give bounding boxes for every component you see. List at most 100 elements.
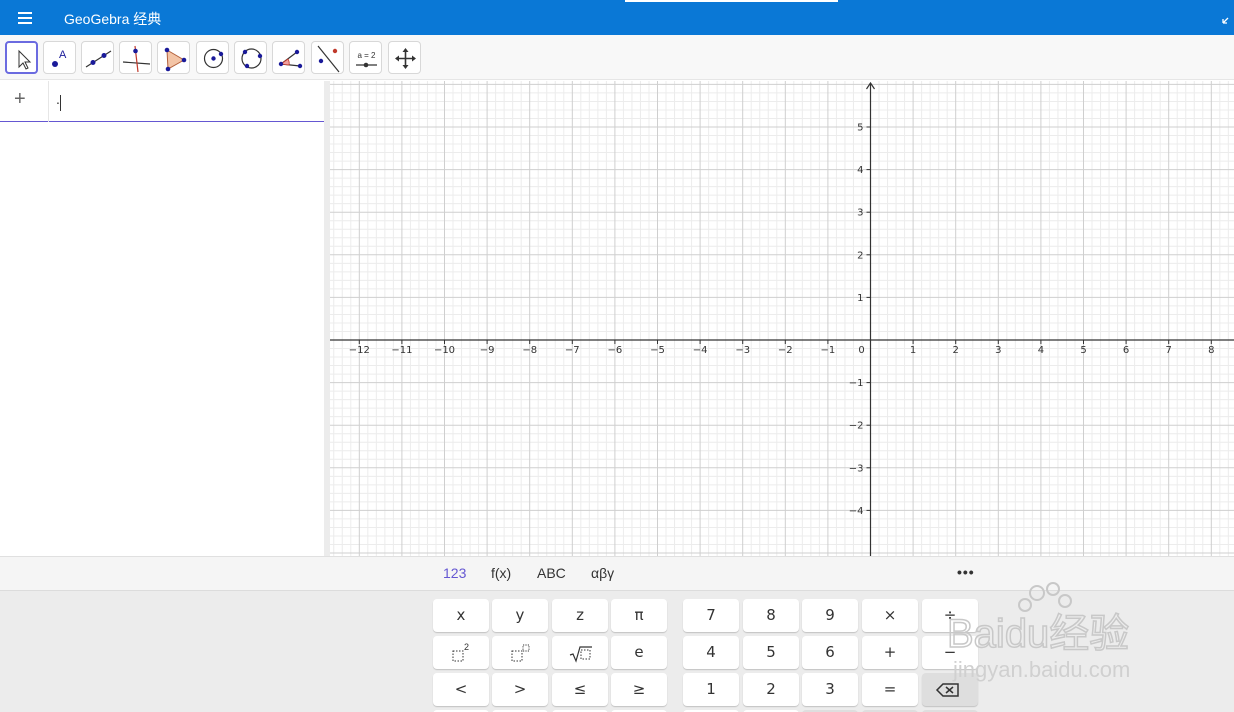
x-tick-label: 6 — [1123, 345, 1129, 356]
keyboard-tab-abc[interactable]: ABC — [537, 565, 566, 581]
key-z[interactable]: z — [552, 599, 608, 632]
key-2[interactable]: 2 — [743, 673, 799, 706]
y-tick-label: −3 — [849, 463, 864, 474]
restore-icon[interactable] — [1222, 12, 1234, 24]
key-minus[interactable]: − — [922, 636, 978, 669]
y-tick-label: −1 — [849, 378, 864, 389]
key-plus[interactable]: + — [862, 636, 918, 669]
circle-center-icon — [203, 48, 224, 69]
key-greater-than[interactable]: > — [492, 673, 548, 706]
move-graphics-view-tool[interactable] — [388, 41, 421, 74]
x-tick-label: 3 — [995, 345, 1001, 356]
x-tick-label: −5 — [650, 345, 665, 356]
key-x[interactable]: x — [433, 599, 489, 632]
key-7[interactable]: 7 — [683, 599, 739, 632]
key-1[interactable]: 1 — [683, 673, 739, 706]
move-view-icon — [395, 48, 416, 69]
app-title: GeoGebra 经典 — [64, 11, 162, 27]
y-tick-label: 3 — [857, 208, 863, 219]
x-tick-label: 7 — [1166, 345, 1172, 356]
svg-text:a = 2: a = 2 — [357, 51, 376, 60]
key-multiply[interactable]: × — [862, 599, 918, 632]
x-tick-label: 5 — [1080, 345, 1086, 356]
keyboard-tab-functions[interactable]: f(x) — [491, 565, 511, 581]
graphics-view[interactable]: −12 −11 −10 −9 −8 −7 −6 −5 −4 −3 −2 −1 0 1 2 3 4 5 6 7 8 5 4 3 2… — [330, 81, 1234, 556]
sqrt-icon — [569, 646, 592, 663]
key-pi[interactable]: π — [611, 599, 667, 632]
algebra-input[interactable]: . — [56, 91, 316, 113]
perpendicular-line-tool[interactable] — [119, 41, 152, 74]
circle-three-points-tool[interactable] — [234, 41, 267, 74]
key-greater-equal[interactable]: ≥ — [611, 673, 667, 706]
x-tick-label: −7 — [565, 345, 580, 356]
key-5[interactable]: 5 — [743, 636, 799, 669]
x-tick-label: −9 — [480, 345, 495, 356]
top-tab-indicator — [625, 0, 838, 2]
x-tick-label: −2 — [778, 345, 793, 356]
key-6[interactable]: 6 — [802, 636, 858, 669]
svg-text:A: A — [59, 49, 67, 61]
y-tick-label: 1 — [857, 293, 863, 304]
text-caret — [60, 95, 61, 111]
key-power[interactable] — [492, 636, 548, 669]
polygon-icon — [164, 47, 187, 72]
key-e[interactable]: e — [611, 636, 667, 669]
keyboard-tab-123[interactable]: 123 — [443, 565, 466, 581]
x-tick-label: −11 — [391, 345, 412, 356]
keyboard-tab-greek[interactable]: αβγ — [591, 565, 614, 581]
key-square[interactable]: 2 — [433, 636, 489, 669]
x-tick-label: −4 — [693, 345, 708, 356]
reflect-icon — [317, 45, 340, 73]
x-tick-label: −6 — [608, 345, 623, 356]
y-tick-label: 4 — [857, 165, 863, 176]
angle-tool[interactable] — [272, 41, 305, 74]
key-equals[interactable]: = — [862, 673, 918, 706]
circle-center-tool[interactable] — [196, 41, 229, 74]
key-divide[interactable]: ÷ — [922, 599, 978, 632]
keyboard-more-button[interactable]: ••• — [957, 564, 975, 580]
hamburger-menu-icon[interactable] — [12, 8, 38, 28]
add-item-button[interactable]: + — [14, 89, 34, 111]
keyboard-tab-bar: 123 f(x) ABC αβγ ••• — [0, 556, 1234, 590]
y-tick-label: −4 — [849, 506, 864, 517]
key-less-equal[interactable]: ≤ — [552, 673, 608, 706]
reflect-tool[interactable] — [311, 41, 344, 74]
line-icon — [85, 50, 112, 68]
key-9[interactable]: 9 — [802, 599, 858, 632]
virtual-keyboard: x y z π 2 e < > ≤ ≥ 7 8 9 × ÷ 4 5 6 + − … — [0, 590, 1234, 712]
perpendicular-line-icon — [122, 45, 151, 73]
move-tool[interactable] — [5, 41, 38, 74]
key-sqrt[interactable] — [552, 636, 608, 669]
slider-tool[interactable]: a = 2 — [349, 41, 382, 74]
x-tick-label: −1 — [821, 345, 836, 356]
toolbar: A a = 2 — [0, 35, 1234, 80]
key-backspace[interactable] — [922, 673, 978, 706]
polygon-tool[interactable] — [157, 41, 190, 74]
y-tick-label: 2 — [857, 250, 863, 261]
x-tick-label: −10 — [434, 345, 455, 356]
coordinate-grid: −12 −11 −10 −9 −8 −7 −6 −5 −4 −3 −2 −1 0 1 2 3 4 5 6 7 85432… — [330, 81, 1234, 556]
x-tick-label: −8 — [522, 345, 537, 356]
point-icon: A — [52, 49, 67, 67]
y-tick-label: 5 — [857, 123, 863, 134]
input-divider — [48, 81, 49, 122]
key-3[interactable]: 3 — [802, 673, 858, 706]
algebra-input-row: + . — [0, 81, 325, 122]
x-tick-label: 4 — [1038, 345, 1044, 356]
title-bar: GeoGebra 经典 — [0, 0, 1234, 35]
key-less-than[interactable]: < — [433, 673, 489, 706]
key-y[interactable]: y — [492, 599, 548, 632]
power-icon — [511, 644, 530, 662]
x-tick-label: 2 — [953, 345, 959, 356]
slider-icon: a = 2 — [356, 51, 377, 68]
line-tool[interactable] — [81, 41, 114, 74]
x-tick-label: 0 — [858, 345, 864, 356]
point-tool[interactable]: A — [43, 41, 76, 74]
x-tick-label: 1 — [910, 345, 916, 356]
algebra-view: + . — [0, 81, 325, 556]
app-window: GeoGebra 经典 A a = 2 + . −12 −11 −10 −9 −… — [0, 0, 1234, 712]
key-4[interactable]: 4 — [683, 636, 739, 669]
svg-text:2: 2 — [464, 642, 469, 652]
key-8[interactable]: 8 — [743, 599, 799, 632]
circle-three-points-icon — [241, 48, 263, 69]
